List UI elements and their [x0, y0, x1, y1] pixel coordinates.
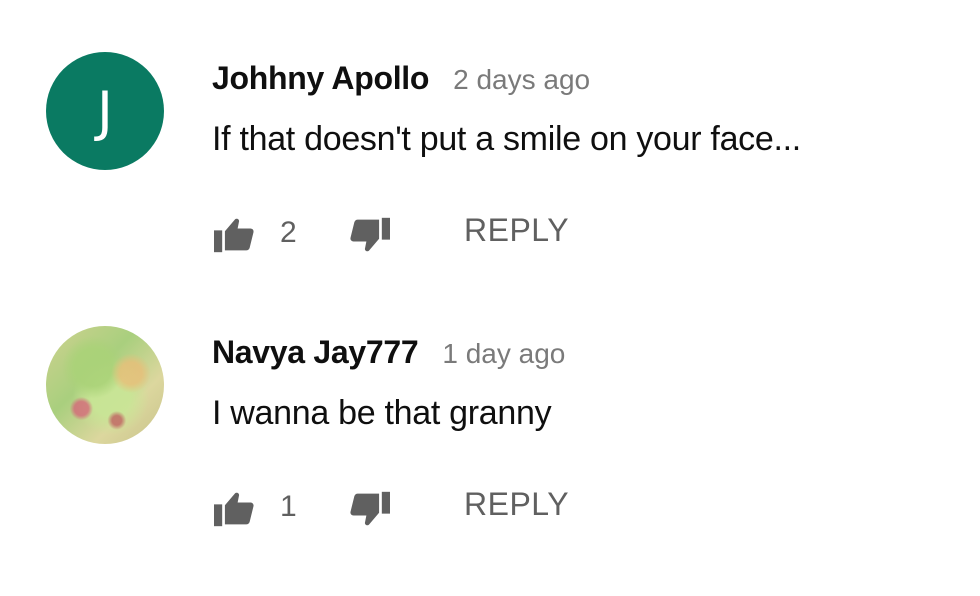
comment-timestamp[interactable]: 1 day ago: [442, 338, 565, 370]
comment-text: If that doesn't put a smile on your face…: [212, 120, 801, 158]
reply-button[interactable]: REPLY: [464, 486, 569, 523]
thumbs-down-icon[interactable]: [348, 216, 392, 256]
like-count: 1: [280, 490, 297, 523]
like-count: 2: [280, 216, 297, 249]
comment-thread-item: J Johhny Apollo 2 days ago If that doesn…: [0, 0, 980, 270]
avatar[interactable]: J: [46, 52, 164, 170]
thumbs-up-icon[interactable]: [212, 214, 256, 254]
comment-actions: 2 REPLY: [212, 210, 912, 258]
comment-timestamp[interactable]: 2 days ago: [453, 64, 590, 96]
comment-thread-item: Navya Jay777 1 day ago I wanna be that g…: [0, 274, 980, 544]
author-name[interactable]: Johhny Apollo: [212, 60, 429, 97]
author-name[interactable]: Navya Jay777: [212, 334, 419, 371]
reply-button[interactable]: REPLY: [464, 212, 569, 249]
comment-actions: 1 REPLY: [212, 484, 912, 532]
avatar-letter: J: [97, 79, 113, 143]
thumbs-up-icon[interactable]: [212, 488, 256, 528]
avatar-photo: [46, 326, 164, 444]
comment-header: Navya Jay777 1 day ago: [212, 334, 565, 371]
avatar[interactable]: [46, 326, 164, 444]
thumbs-down-icon[interactable]: [348, 490, 392, 530]
comment-text: I wanna be that granny: [212, 394, 552, 432]
comment-header: Johhny Apollo 2 days ago: [212, 60, 590, 97]
